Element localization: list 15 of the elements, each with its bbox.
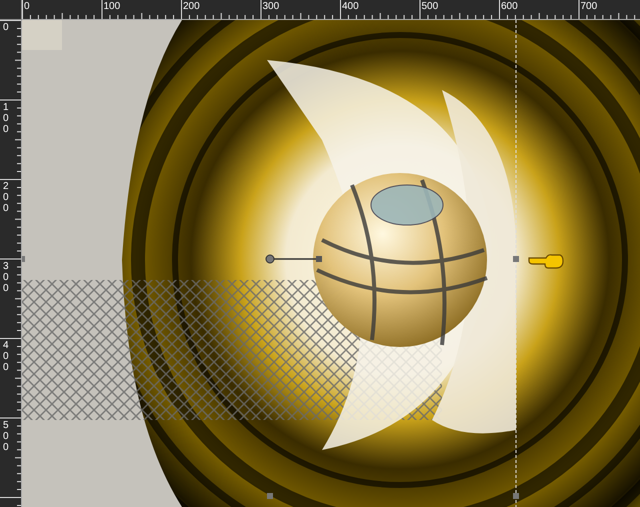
ruler-label: 200 <box>183 1 200 12</box>
ruler-label: 100 <box>3 102 10 134</box>
ruler-label: 0 <box>24 1 30 12</box>
ruler-label: 400 <box>3 340 10 373</box>
pointing-hand-icon <box>528 252 564 270</box>
ruler-label: 500 <box>3 420 10 452</box>
ruler-label: 500 <box>422 1 438 12</box>
ruler-label: 0 <box>3 22 10 33</box>
ruler-label: 200 <box>3 181 10 214</box>
ruler-label: 300 <box>262 1 280 12</box>
ruler-label: 700 <box>580 1 598 12</box>
ruler-label: 100 <box>104 1 120 12</box>
ruler-label: 600 <box>501 1 518 12</box>
ruler-label: 300 <box>3 260 10 294</box>
ruler-label: 400 <box>342 1 359 12</box>
